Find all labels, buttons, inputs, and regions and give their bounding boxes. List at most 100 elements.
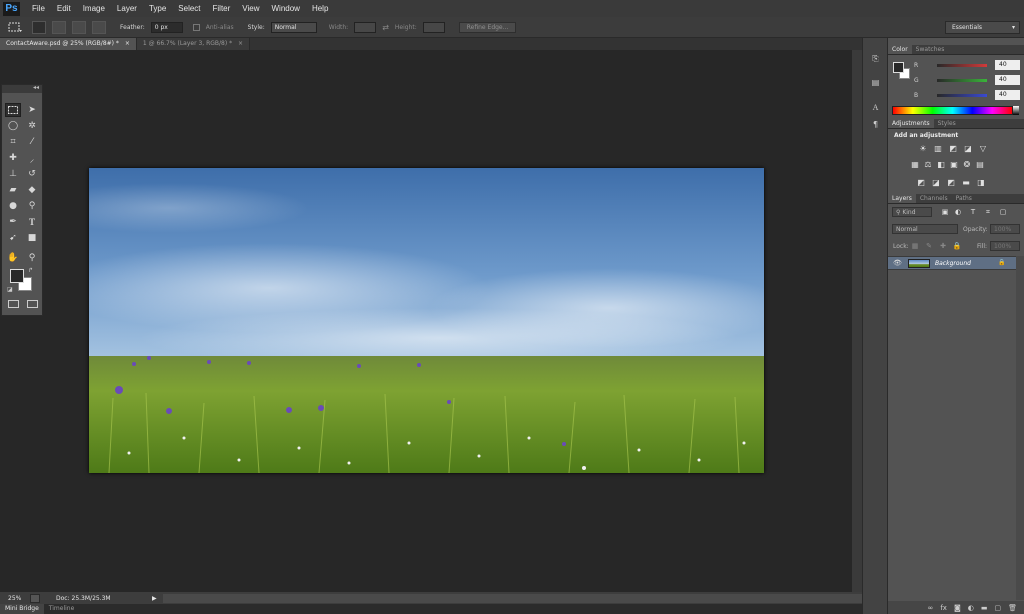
history-icon[interactable]: ⎘ [869,54,882,65]
menu-file[interactable]: File [26,4,51,13]
blue-value[interactable]: 40 [995,90,1020,100]
filter-smart-object-icon[interactable]: ▢ [998,208,1008,217]
eyedropper-tool[interactable]: ⁄ [24,135,40,149]
actions-icon[interactable]: ▤ [869,78,882,89]
style-select[interactable]: Normal [270,21,317,33]
close-icon[interactable]: × [238,40,243,47]
new-layer-icon[interactable]: ▢ [994,604,1001,612]
tab-timeline[interactable]: Timeline [44,604,80,614]
opacity-input[interactable]: 100% [990,224,1020,234]
filter-adjustment-icon[interactable]: ◐ [953,208,963,217]
tab-paths[interactable]: Paths [952,194,976,203]
red-value[interactable]: 40 [995,60,1020,70]
status-menu-icon[interactable] [30,593,40,603]
lasso-tool[interactable]: ◯ [5,119,21,133]
foreground-color-swatch[interactable] [10,269,24,283]
menu-type[interactable]: Type [143,4,172,13]
lock-position-icon[interactable]: ✚ [938,242,948,251]
green-value[interactable]: 40 [995,75,1020,85]
status-arrow-icon[interactable]: ▶ [152,595,157,602]
move-tool[interactable]: ➤ [24,103,40,117]
hue-saturation-icon[interactable]: ▦ [910,160,920,169]
menu-select[interactable]: Select [172,4,206,13]
red-slider[interactable] [937,63,988,67]
menu-window[interactable]: Window [266,4,306,13]
tool-preset-picker[interactable] [4,21,26,34]
tab-adjustments[interactable]: Adjustments [888,119,934,128]
eraser-tool[interactable]: ▰ [5,183,21,197]
fg-color-chip[interactable] [893,62,904,73]
lock-transparent-icon[interactable]: ▦ [910,242,920,251]
workspace-select[interactable]: Essentials ▾ [945,21,1020,34]
filter-pixel-icon[interactable]: ▣ [940,208,950,217]
tab-contactaware[interactable]: ContactAware.psd @ 25% (RGB/8#) * × [0,38,137,50]
brush-tool[interactable]: ⸝ [24,151,40,165]
hand-tool[interactable]: ✋ [5,251,21,265]
fx-icon[interactable]: fx [940,604,947,612]
tab-channels[interactable]: Channels [916,194,952,203]
color-balance-icon[interactable]: ⚖ [923,160,933,169]
tab-mini-bridge[interactable]: Mini Bridge [0,604,44,614]
refine-edge-button[interactable]: Refine Edge... [458,21,517,33]
dodge-tool[interactable]: ⚲ [24,199,40,213]
spectrum-white-black[interactable] [1013,106,1019,115]
black-white-icon[interactable]: ◧ [936,160,946,169]
selective-color-icon[interactable]: ◨ [976,178,986,187]
zoom-level[interactable]: 25% [0,595,30,602]
default-colors-icon[interactable]: ◪ [7,286,13,293]
add-to-selection-button[interactable] [52,20,66,34]
blur-tool[interactable]: ● [5,199,21,213]
horizontal-scrollbar[interactable] [162,593,862,603]
rectangle-tool[interactable]: ■ [24,231,40,245]
menu-image[interactable]: Image [77,4,111,13]
trash-icon[interactable]: 🗑 [1008,604,1017,612]
filter-type-icon[interactable]: T [968,208,978,217]
width-input[interactable] [354,21,377,33]
brightness-icon[interactable]: ☀ [918,144,928,153]
lock-image-icon[interactable]: ✎ [924,242,934,251]
fill-input[interactable]: 100% [990,241,1020,251]
color-lookup-icon[interactable]: ▤ [975,160,985,169]
magic-wand-tool[interactable]: ✲ [24,119,40,133]
vibrance-icon[interactable]: ▽ [978,144,988,153]
menu-layer[interactable]: Layer [111,4,143,13]
layer-row-background[interactable]: 👁 Background 🔒 [888,256,1016,270]
rectangular-marquee-tool[interactable] [5,103,21,117]
exposure-icon[interactable]: ◪ [963,144,973,153]
close-icon[interactable]: × [125,40,130,47]
green-slider[interactable] [937,78,988,82]
curves-icon[interactable]: ◩ [948,144,958,153]
height-input[interactable] [422,21,445,33]
invert-icon[interactable]: ◩ [916,178,926,187]
photo-filter-icon[interactable]: ▣ [949,160,959,169]
intersect-selection-button[interactable] [92,20,106,34]
crop-tool[interactable]: ⌗ [5,135,21,149]
tab-document-1[interactable]: 1 @ 66.7% (Layer 3, RGB/8) * × [136,38,251,50]
layer-name[interactable]: Background [935,260,971,267]
feather-input[interactable]: 0 px [150,21,183,33]
layers-scrollbar[interactable] [1016,256,1024,600]
menu-edit[interactable]: Edit [51,4,77,13]
threshold-icon[interactable]: ◩ [946,178,956,187]
tab-styles[interactable]: Styles [934,119,960,128]
menu-filter[interactable]: Filter [207,4,237,13]
collapse-icon[interactable]: ◂◂ [33,84,39,91]
new-adjustment-icon[interactable]: ◐ [968,604,974,612]
blue-slider[interactable] [937,93,988,97]
swap-dimensions-icon[interactable]: ⇄ [382,23,389,32]
filter-shape-icon[interactable]: ⌗ [983,208,993,217]
lock-all-icon[interactable]: 🔒 [952,242,962,251]
zoom-tool[interactable]: ⚲ [24,251,40,265]
new-group-icon[interactable]: ▬ [981,604,988,612]
screen-mode-icon[interactable] [27,300,38,308]
pen-tool[interactable]: ✒ [5,215,21,229]
eye-icon[interactable]: 👁 [893,259,902,267]
tools-panel-header[interactable]: ◂◂ [2,84,42,93]
paragraph-icon[interactable]: ¶ [869,120,882,131]
tab-swatches[interactable]: Swatches [912,45,949,54]
new-selection-button[interactable] [32,20,46,34]
path-selection-tool[interactable]: ➹ [5,231,21,245]
healing-brush-tool[interactable]: ✚ [5,151,21,165]
color-spectrum-ramp[interactable] [892,106,1013,115]
blend-mode-select[interactable]: Normal [892,224,958,234]
